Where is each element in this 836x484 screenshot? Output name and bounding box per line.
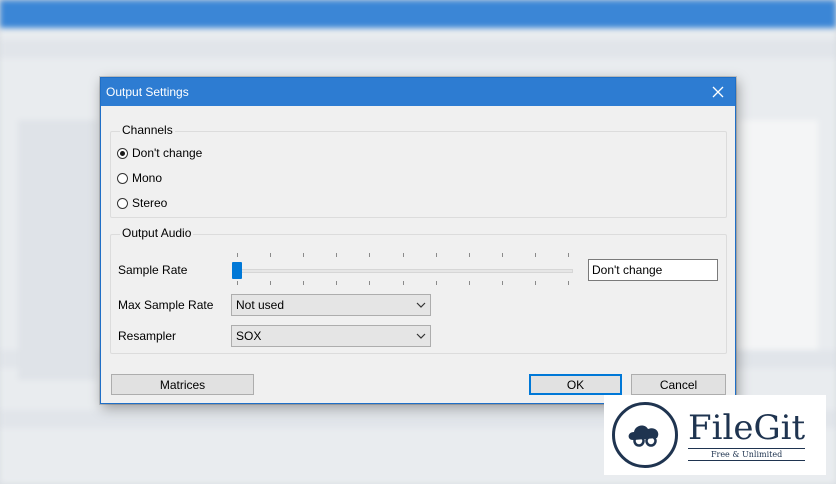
slider-tick: [270, 281, 271, 285]
slider-tick: [568, 253, 569, 257]
output-audio-group-title: Output Audio: [120, 226, 194, 240]
slider-track: [232, 269, 573, 273]
resampler-selected: SOX: [236, 329, 262, 343]
max-sample-rate-selected: Not used: [236, 298, 285, 312]
slider-tick: [436, 281, 437, 285]
background-panel: [18, 120, 98, 380]
radio-dont-change[interactable]: Don't change: [117, 146, 202, 160]
max-sample-rate-select[interactable]: Not used: [231, 294, 431, 316]
slider-tick: [436, 253, 437, 257]
slider-tick: [336, 281, 337, 285]
sample-rate-slider[interactable]: [232, 253, 574, 289]
slider-tick: [237, 253, 238, 257]
channels-group: Channels Don't change Mono Stereo: [110, 123, 727, 218]
watermark-subtitle: Free & Unlimited: [688, 447, 806, 461]
slider-tick: [535, 253, 536, 257]
slider-tick: [568, 281, 569, 285]
background-titlebar: [0, 0, 836, 28]
slider-tick: [403, 253, 404, 257]
slider-tick: [369, 253, 370, 257]
radio-button[interactable]: [117, 147, 128, 159]
slider-tick: [502, 281, 503, 285]
resampler-select[interactable]: SOX: [231, 325, 431, 347]
radio-label: Don't change: [132, 146, 203, 160]
dialog-titlebar[interactable]: Output Settings: [101, 78, 735, 106]
radio-label: Stereo: [132, 196, 168, 210]
chevron-down-icon: [416, 302, 426, 308]
radio-label: Mono: [132, 171, 163, 185]
slider-tick: [469, 281, 470, 285]
slider-tick: [403, 281, 404, 285]
radio-stereo[interactable]: Stereo: [117, 196, 167, 210]
close-button[interactable]: [701, 78, 735, 106]
slider-tick: [270, 253, 271, 257]
slider-tick: [502, 253, 503, 257]
dialog-title: Output Settings: [106, 85, 189, 99]
watermark-title: FileGit: [688, 407, 806, 448]
filegit-watermark: FileGit Free & Unlimited: [604, 395, 826, 475]
slider-tick: [336, 253, 337, 257]
resampler-label: Resampler: [118, 329, 177, 343]
slider-tick: [303, 253, 304, 257]
radio-button[interactable]: [117, 197, 128, 209]
slider-tick: [369, 281, 370, 285]
slider-tick: [303, 281, 304, 285]
close-icon: [712, 86, 724, 98]
cancel-button[interactable]: Cancel: [631, 374, 726, 395]
background-toolbar: [0, 40, 836, 58]
filegit-logo-icon: [612, 402, 678, 468]
channels-group-title: Channels: [120, 123, 175, 137]
chevron-down-icon: [416, 333, 426, 339]
output-settings-dialog: Output Settings Channels Don't change Mo…: [100, 77, 736, 404]
radio-mono[interactable]: Mono: [117, 171, 162, 185]
matrices-button[interactable]: Matrices: [111, 374, 254, 395]
radio-button[interactable]: [117, 172, 128, 184]
sample-rate-label: Sample Rate: [118, 263, 188, 277]
sample-rate-value-field[interactable]: Don't change: [588, 259, 718, 281]
ok-button[interactable]: OK: [529, 374, 622, 395]
slider-thumb[interactable]: [232, 262, 242, 279]
slider-tick: [535, 281, 536, 285]
slider-tick: [237, 281, 238, 285]
background-panel: [738, 120, 818, 350]
slider-tick: [469, 253, 470, 257]
max-sample-rate-label: Max Sample Rate: [118, 298, 214, 312]
